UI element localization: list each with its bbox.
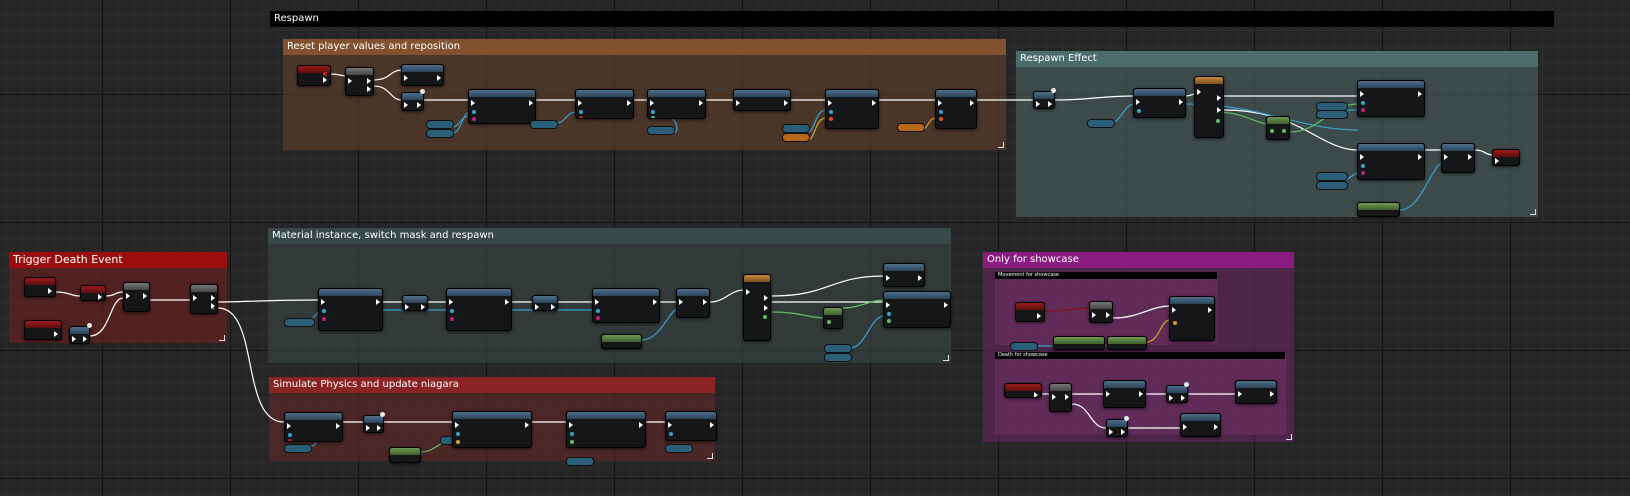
sequence-node[interactable]: + [345,67,374,96]
variable-getter[interactable] [665,444,693,453]
lerp-node[interactable] [1266,116,1290,140]
activate-node[interactable] [1133,88,1186,118]
clock-icon [87,323,92,328]
variable-getter[interactable] [1316,181,1348,190]
clock-icon [380,412,385,417]
set-scalar-parameter-node-2[interactable] [883,291,951,328]
set-variable-node[interactable] [1492,149,1520,166]
delay-node[interactable] [69,326,90,344]
variable-getter[interactable] [284,318,315,327]
variable-getter[interactable] [426,120,454,129]
activate-node[interactable] [665,411,717,441]
event-tick-node[interactable] [1015,302,1045,322]
variable-getter[interactable] [647,126,675,135]
delay-node[interactable] [363,415,384,433]
variable-getter[interactable] [530,120,558,129]
variable-getter[interactable] [284,444,312,453]
create-dynamic-material-instance-node[interactable] [318,288,383,331]
clock-icon [420,89,425,94]
set-material-node[interactable] [402,295,428,311]
delay-node-2[interactable] [1106,419,1128,437]
delay-node[interactable] [1033,91,1055,109]
clock-icon [1124,416,1129,421]
get-player-controller-node[interactable] [601,334,642,349]
lerp-node[interactable] [823,307,843,329]
event-death-2-node[interactable] [24,320,62,340]
set-scalar-parameter-node[interactable] [592,288,660,323]
set-collision-enabled-node[interactable] [647,89,706,119]
get-player-controller-node[interactable] [1357,202,1400,217]
death-event-call-node-2[interactable] [1180,413,1221,437]
variable-getter[interactable] [566,457,594,466]
variable-getter[interactable] [1316,172,1348,181]
disable-input-node[interactable] [676,288,710,318]
set-material-node-2[interactable] [532,295,558,311]
clock-icon [1051,88,1056,93]
reset-health-node[interactable] [401,64,444,86]
add-pin-icon[interactable]: + [368,88,371,93]
transform-getter[interactable] [782,133,810,142]
event-begin-play-node[interactable] [1004,383,1042,398]
delay-node[interactable] [1166,385,1188,403]
sequence-node[interactable]: + [190,284,218,314]
set-niagara-variable-vector-node[interactable] [452,411,532,448]
enable-input-node[interactable] [1441,143,1475,173]
get-forward-vector-node[interactable] [1107,336,1147,350]
timeline-node[interactable] [1194,76,1224,138]
sequence-node[interactable] [1049,383,1072,412]
event-respawn-node[interactable] [297,65,331,86]
set-relative-transform-node[interactable] [825,89,879,129]
variable-getter[interactable] [426,129,454,138]
respawn-call-node[interactable] [1235,380,1277,404]
branch-node[interactable] [80,285,106,301]
timeline-node[interactable] [743,274,771,341]
add-pin-icon[interactable]: + [212,306,215,311]
delay-node[interactable] [401,92,424,111]
variable-getter[interactable] [782,124,810,133]
add-movement-input-node[interactable] [1169,296,1215,341]
set-scalar-parameter-node-2[interactable] [1357,143,1425,180]
set-niagara-variable-float-node[interactable] [566,411,646,448]
branch-node[interactable] [1089,301,1113,323]
set-scalar-parameter-node[interactable] [468,89,536,124]
create-dynamic-material-instance-node-2[interactable] [446,288,512,331]
wire-layer [55,69,1494,453]
variable-getter[interactable] [824,344,852,353]
variable-getter[interactable] [1087,119,1115,128]
set-simulate-physics-node[interactable] [284,412,343,442]
set-scalar-parameter-node[interactable] [1357,80,1425,117]
get-world-rotation-node[interactable] [1053,336,1105,350]
get-velocity-node[interactable] [389,447,421,463]
variable-getter[interactable] [1316,110,1348,119]
set-simulate-physics-node[interactable] [575,89,634,119]
set-actor-transform-node[interactable] [935,89,977,129]
event-death-node[interactable] [24,277,56,297]
death-event-call-node[interactable] [1103,380,1146,408]
variable-getter[interactable] [1010,342,1038,351]
variable-getter[interactable] [824,353,852,362]
transform-getter[interactable] [897,123,925,132]
activate-node[interactable] [883,263,925,287]
do-once-node[interactable] [123,282,150,312]
clock-icon [1184,382,1189,387]
reset-relative-transform-node[interactable] [733,89,791,111]
